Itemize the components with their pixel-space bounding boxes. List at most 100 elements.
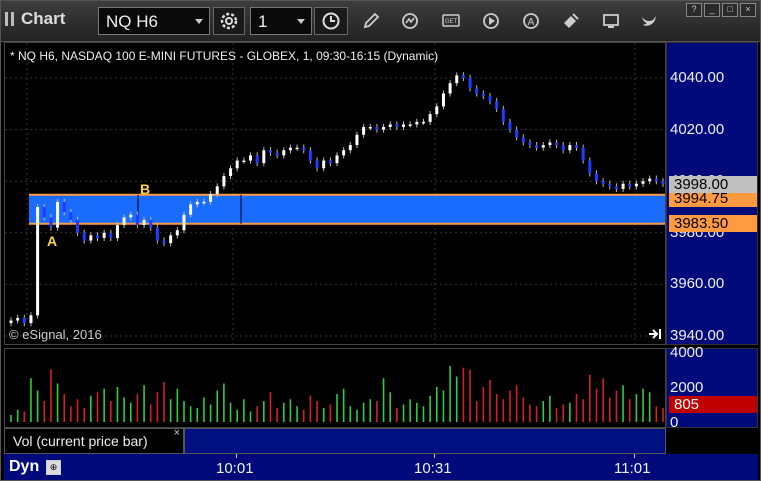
candle-body: [461, 75, 465, 78]
svg-text:GET: GET: [445, 19, 458, 25]
candle-body: [82, 232, 86, 241]
price-chart: AB: [5, 43, 665, 344]
chevron-down-icon: [297, 19, 305, 24]
candle-body: [56, 201, 60, 228]
lock-icon[interactable]: ⊕: [46, 460, 61, 475]
alert-icon[interactable]: A: [521, 11, 541, 31]
time-tick-mark: [236, 454, 237, 458]
candle-body: [368, 127, 372, 129]
candle-body: [209, 194, 213, 202]
candle-body: [608, 183, 612, 187]
candle-body: [621, 183, 625, 189]
candle-body: [115, 225, 119, 238]
candle-body: [415, 121, 419, 125]
candle-body: [634, 183, 638, 187]
candle-body: [555, 142, 559, 146]
volume-pane[interactable]: [4, 348, 666, 428]
dynamic-mode-label[interactable]: Dyn: [9, 458, 39, 476]
label-a[interactable]: A: [47, 233, 57, 249]
minimize-button[interactable]: _: [704, 3, 720, 17]
volume-study-label: Vol (current price bar): [13, 433, 148, 449]
grip-icon[interactable]: [5, 10, 17, 28]
candle-body: [601, 181, 605, 184]
candle-body: [288, 147, 292, 151]
play-icon[interactable]: [481, 11, 501, 31]
candle-body: [515, 129, 519, 138]
time-tick-mark: [434, 454, 435, 458]
band-lower-badge: 3983.50: [669, 214, 757, 232]
candle-body: [568, 145, 572, 151]
screen-icon[interactable]: [601, 11, 621, 31]
candle-body: [62, 201, 66, 213]
price-tick-label: 3960.00: [670, 275, 725, 293]
volume-chart: [10, 366, 664, 422]
candle-body: [36, 207, 40, 316]
candle-body: [435, 106, 439, 115]
candle-body: [122, 217, 126, 226]
candle-body: [481, 93, 485, 97]
price-axis[interactable]: 4040.004020.004000.003980.003960.003940.…: [666, 42, 758, 345]
symbol-combo[interactable]: NQ H6: [98, 7, 210, 35]
candle-body: [402, 124, 406, 128]
candle-body: [76, 219, 80, 233]
candle-body: [541, 145, 545, 148]
pencil-icon[interactable]: [361, 11, 381, 31]
candle-body: [135, 214, 139, 226]
study-tab-strip: [184, 428, 666, 454]
candle-body: [175, 230, 179, 236]
interval-combo[interactable]: 1: [250, 7, 312, 35]
volume-axis[interactable]: 4000 2000 0 805: [666, 344, 758, 431]
price-tick-label: 4020.00: [670, 120, 725, 138]
scroll-to-end-icon[interactable]: [648, 328, 662, 340]
close-button[interactable]: ×: [740, 3, 756, 17]
time-axis[interactable]: Dyn ⊕ 10:01 10:31 11:01: [4, 454, 758, 480]
price-chart-pane[interactable]: AB * NQ H6, NASDAQ 100 E-MINI FUTURES - …: [4, 42, 666, 345]
candle-body: [242, 160, 246, 163]
candle-body: [581, 147, 585, 161]
refresh-icon[interactable]: [400, 11, 420, 31]
candle-body: [362, 127, 366, 135]
candle-body: [395, 124, 399, 128]
close-study-icon[interactable]: ×: [174, 427, 180, 439]
candle-body: [428, 114, 432, 122]
candle-body: [255, 155, 259, 164]
candle-body: [441, 93, 445, 107]
help-button[interactable]: ?: [686, 3, 702, 17]
candle-body: [149, 219, 153, 228]
volume-tick-label: 4000: [670, 344, 704, 361]
candle-body: [421, 121, 425, 124]
candle-body: [282, 150, 286, 156]
candle-body: [102, 232, 106, 238]
time-tick-label: 11:01: [614, 460, 651, 477]
chart-window: Chart NQ H6 1 GET A ? _ □ × A B * NQ H6,…: [0, 0, 761, 481]
candle-body: [42, 207, 46, 218]
candle-body: [455, 75, 459, 84]
candle-body: [302, 147, 306, 151]
candle-body: [641, 181, 645, 184]
candle-body: [528, 142, 532, 146]
candle-body: [189, 204, 193, 215]
candle-body: [22, 317, 26, 324]
interval-clock-button[interactable]: [314, 7, 348, 35]
candle-body: [129, 214, 133, 218]
label-b[interactable]: B: [140, 181, 150, 197]
symbol-settings-button[interactable]: [213, 7, 245, 35]
candle-body: [614, 186, 618, 189]
candle-body: [169, 235, 173, 244]
candle-body: [229, 168, 233, 177]
candle-body: [29, 315, 33, 324]
candle-body: [594, 173, 598, 182]
candle-body: [162, 240, 166, 244]
candle-body: [521, 137, 525, 143]
maximize-button[interactable]: □: [722, 3, 738, 17]
candle-body: [648, 178, 652, 182]
candle-body: [202, 201, 206, 204]
candle-body: [295, 147, 299, 150]
get-icon[interactable]: GET: [441, 11, 461, 31]
candle-body: [109, 232, 113, 238]
candle-body: [654, 178, 658, 182]
bird-icon[interactable]: [639, 11, 659, 31]
volume-tick-label: 0: [670, 414, 679, 431]
volume-study-tab[interactable]: Vol (current price bar) ×: [4, 427, 184, 454]
eraser-icon[interactable]: [561, 11, 581, 31]
